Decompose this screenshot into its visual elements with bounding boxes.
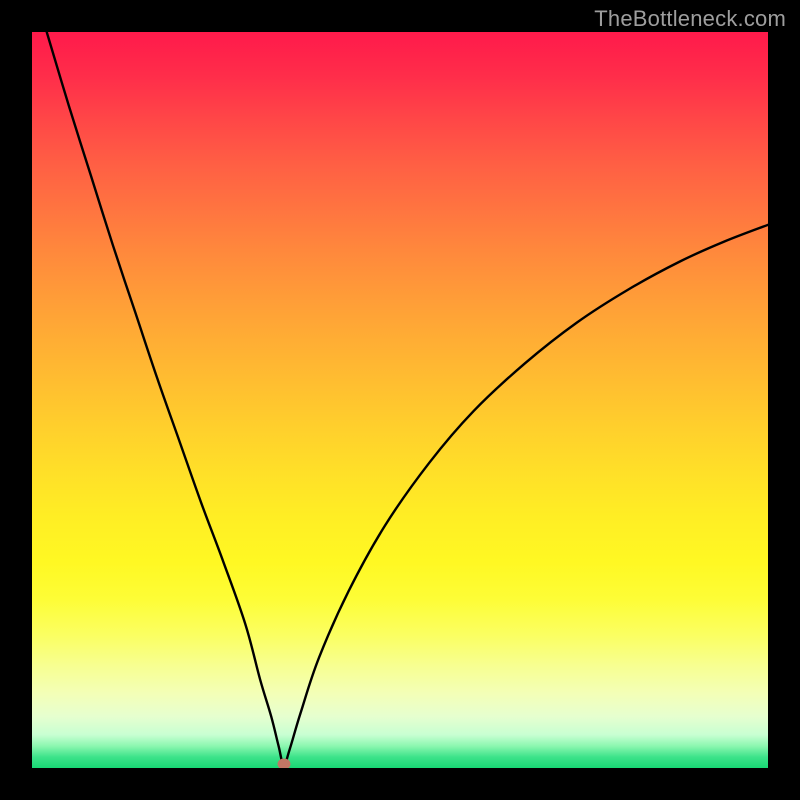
plot-area [32, 32, 768, 768]
optimal-point-marker [277, 759, 290, 768]
bottleneck-curve [32, 32, 768, 768]
chart-frame: TheBottleneck.com [0, 0, 800, 800]
watermark-text: TheBottleneck.com [594, 6, 786, 32]
